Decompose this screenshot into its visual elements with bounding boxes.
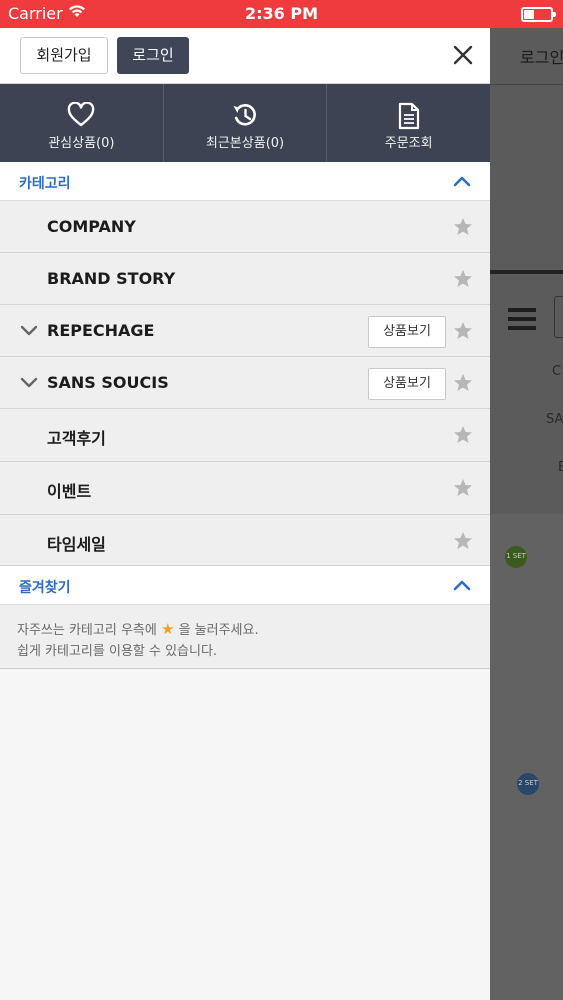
chevron-up-icon [453, 176, 471, 187]
star-icon[interactable] [453, 478, 473, 498]
category-item-label: BRAND STORY [47, 269, 176, 288]
background-text: SA [546, 412, 563, 427]
category-section-title: 카테고리 [19, 176, 71, 192]
chevron-up-icon [453, 580, 471, 591]
favorites-section-title: 즐겨찾기 [19, 580, 71, 596]
quick-menu-label: 최근본상품(0) [205, 136, 285, 151]
star-icon[interactable] [453, 531, 473, 551]
quick-menu-order-lookup[interactable]: 주문조회 [327, 84, 490, 162]
category-item-event[interactable]: 이벤트 [0, 462, 490, 515]
category-item-label: REPECHAGE [47, 321, 155, 340]
drawer-top-bar: 회원가입 로그인 [0, 28, 490, 84]
background-login-text: 로그인 [520, 48, 563, 67]
drawer-empty-area [0, 669, 490, 1000]
quick-menu-wishlist[interactable]: 관심상품(0) [0, 84, 164, 162]
side-drawer: 회원가입 로그인 관심상품(0) 최근본상품(0) 주문조회 카테고리 COMP… [0, 28, 490, 1000]
category-item-label: 이벤트 [47, 482, 92, 501]
star-icon[interactable] [453, 217, 473, 237]
hamburger-menu-icon [508, 308, 536, 312]
star-icon[interactable] [453, 321, 473, 341]
background-text: C [552, 364, 562, 379]
battery-icon [521, 7, 556, 22]
favorites-empty-message: 자주쓰는 카테고리 우측에 ★ 을 눌러주세요. 쉽게 카테고리를 이용할 수 … [0, 605, 490, 669]
background-divider [490, 270, 563, 274]
quick-menu-bar: 관심상품(0) 최근본상품(0) 주문조회 [0, 84, 490, 162]
background-badge-icon: 1 SET [505, 546, 527, 568]
background-content [490, 514, 563, 1000]
clock: 2:36 PM [244, 4, 318, 23]
star-icon[interactable] [453, 373, 473, 393]
favorites-message-line: 자주쓰는 카테고리 우측에 ★ 을 눌러주세요. [17, 620, 259, 638]
favorites-message-line: 쉽게 카테고리를 이용할 수 있습니다. [17, 644, 218, 659]
background-divider [490, 84, 563, 85]
background-text: E [558, 460, 563, 475]
close-icon[interactable] [450, 42, 476, 68]
category-item-label: SANS SOUCIS [47, 373, 169, 392]
view-products-button[interactable]: 상품보기 [368, 316, 446, 348]
status-bar: Carrier 2:36 PM [0, 0, 563, 28]
background-search-box [554, 296, 563, 338]
category-item-label: COMPANY [47, 217, 136, 236]
category-section-header[interactable]: 카테고리 [0, 162, 490, 201]
favorites-section-header[interactable]: 즐겨찾기 [0, 566, 490, 605]
chevron-down-icon[interactable] [20, 377, 38, 389]
star-icon: ★ [160, 620, 175, 638]
category-item-company[interactable]: COMPANY [0, 201, 490, 253]
category-item-label: 고객후기 [47, 429, 106, 448]
background-badge-icon: 2 SET [517, 773, 539, 795]
login-button[interactable]: 로그인 [117, 37, 189, 74]
background-page-overlay[interactable]: 로그인 C SA E 1 SET 2 SET [490, 28, 563, 1000]
quick-menu-recent[interactable]: 최근본상품(0) [164, 84, 328, 162]
quick-menu-label: 관심상품(0) [48, 136, 115, 151]
quick-menu-label: 주문조회 [384, 136, 433, 151]
category-item-brand-story[interactable]: BRAND STORY [0, 253, 490, 305]
star-icon[interactable] [453, 425, 473, 445]
view-products-button[interactable]: 상품보기 [368, 368, 446, 400]
join-button[interactable]: 회원가입 [20, 37, 108, 74]
category-item-label: 타임세일 [47, 535, 106, 554]
heart-icon [68, 102, 95, 127]
category-item-sans-soucis[interactable]: SANS SOUCIS 상품보기 [0, 357, 490, 409]
category-item-time-sale[interactable]: 타임세일 [0, 515, 490, 566]
chevron-down-icon[interactable] [20, 325, 38, 337]
document-icon [398, 102, 419, 130]
star-icon[interactable] [453, 269, 473, 289]
category-item-repechage[interactable]: REPECHAGE 상품보기 [0, 305, 490, 357]
category-item-reviews[interactable]: 고객후기 [0, 409, 490, 462]
history-icon [233, 103, 256, 126]
